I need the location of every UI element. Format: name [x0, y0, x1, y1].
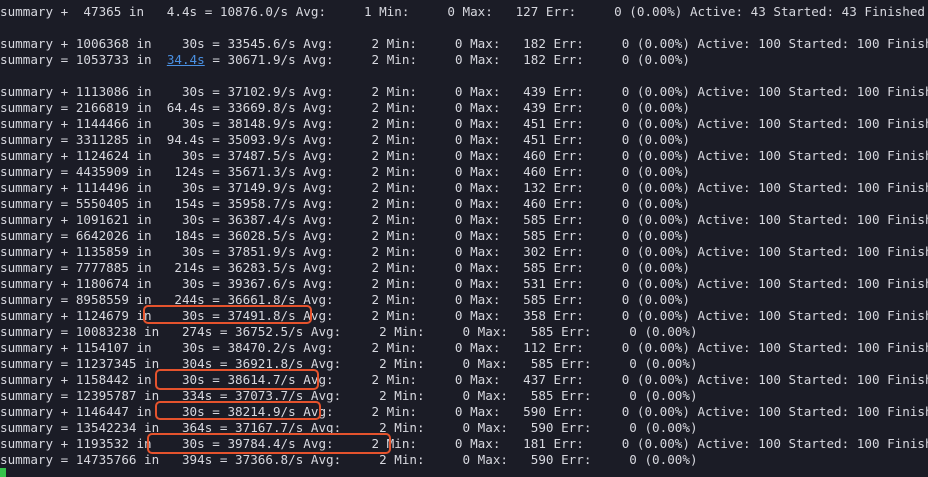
log-line: summary + 1158442 in 30s = 38614.7/s Avg… [0, 372, 928, 387]
highlight-box [155, 369, 319, 390]
log-line: summary = 2166819 in 64.4s = 33669.8/s A… [0, 100, 690, 115]
log-line: summary + 1124624 in 30s = 37487.5/s Avg… [0, 148, 928, 163]
terminal-cursor [0, 468, 6, 477]
log-line: summary = 5550405 in 154s = 35958.7/s Av… [0, 196, 690, 211]
log-line: summary + 1180674 in 30s = 39367.6/s Avg… [0, 276, 928, 291]
log-line: summary = 11237345 in 304s = 36921.8/s A… [0, 356, 698, 371]
elapsed-time-link[interactable]: 34.4s [167, 52, 205, 67]
log-line: summary + 1006368 in 30s = 33545.6/s Avg… [0, 36, 928, 51]
log-line: summary + 1144466 in 30s = 38148.9/s Avg… [0, 116, 928, 131]
log-line: summary = 10083238 in 274s = 36752.5/s A… [0, 324, 698, 339]
log-line: summary = 4435909 in 124s = 35671.3/s Av… [0, 164, 690, 179]
log-line: summary = 12395787 in 334s = 37073.7/s A… [0, 388, 698, 403]
log-line: summary + 1124679 in 30s = 37491.8/s Avg… [0, 308, 928, 323]
log-line: summary = 1053733 in 34.4s = 30671.9/s A… [0, 52, 690, 68]
log-line: summary + 1146447 in 30s = 38214.9/s Avg… [0, 404, 928, 419]
log-line: summary + 47365 in 4.4s = 10876.0/s Avg:… [0, 4, 928, 19]
log-line: summary = 14735766 in 394s = 37366.8/s A… [0, 452, 698, 467]
log-line: summary = 7777885 in 214s = 36283.5/s Av… [0, 260, 690, 275]
log-line: summary = 3311285 in 94.4s = 35093.9/s A… [0, 132, 690, 147]
terminal-output[interactable]: summary + 47365 in 4.4s = 10876.0/s Avg:… [0, 0, 928, 477]
log-line: summary = 8958559 in 244s = 36661.8/s Av… [0, 292, 690, 307]
highlight-box [143, 305, 312, 324]
log-line: summary + 1154107 in 30s = 38470.2/s Avg… [0, 340, 928, 355]
highlight-box [147, 433, 391, 454]
log-line: summary + 1193532 in 30s = 39784.4/s Avg… [0, 436, 928, 451]
log-line: summary + 1135859 in 30s = 37851.9/s Avg… [0, 244, 928, 259]
log-line-prefix: summary = 1053733 in [0, 52, 167, 67]
log-line: summary = 6642026 in 184s = 36028.5/s Av… [0, 228, 690, 243]
log-line-suffix: = 30671.9/s Avg: 2 Min: 0 Max: 182 Err: … [204, 52, 690, 67]
highlight-box [155, 401, 321, 420]
log-line: summary + 1091621 in 30s = 36387.4/s Avg… [0, 212, 928, 227]
log-line: summary + 1114496 in 30s = 37149.9/s Avg… [0, 180, 928, 195]
log-line: summary + 1113086 in 30s = 37102.9/s Avg… [0, 84, 928, 99]
